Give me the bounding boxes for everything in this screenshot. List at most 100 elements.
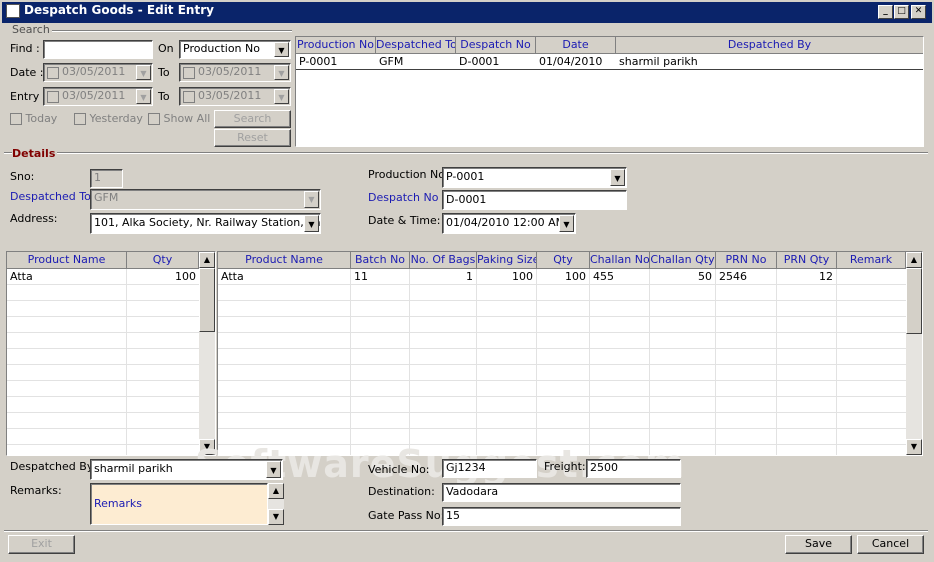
remarks-textarea[interactable]: Remarks: [90, 483, 268, 525]
left-col-product-name[interactable]: Product Name: [7, 252, 127, 269]
chevron-down-icon[interactable]: ▼: [274, 89, 289, 104]
exit-button[interactable]: Exit: [8, 535, 75, 554]
left-col-qty[interactable]: Qty: [127, 252, 199, 269]
results-col-despatched-to[interactable]: Despatched To: [376, 37, 456, 54]
right-cell-prn-no[interactable]: 2546: [716, 269, 776, 285]
gatepass-field[interactable]: 15: [442, 507, 681, 526]
table-row[interactable]: P-0001 GFM D-0001 01/04/2010 sharmil par…: [296, 54, 923, 70]
entry-from-picker[interactable]: 03/05/2011 ▼: [43, 87, 153, 106]
results-col-production-no[interactable]: Production No: [296, 37, 376, 54]
right-col-product-name[interactable]: Product Name: [218, 252, 351, 269]
date-label: Date :: [10, 66, 44, 79]
cancel-button[interactable]: Cancel: [857, 535, 924, 554]
chevron-down-icon[interactable]: ▼: [304, 215, 319, 232]
address-label: Address:: [10, 212, 58, 225]
today-label: Today: [25, 112, 58, 125]
right-cell-challan-qty[interactable]: 50: [650, 269, 715, 285]
right-cell-paking-size[interactable]: 100: [477, 269, 536, 285]
maximize-button[interactable]: □: [894, 5, 909, 19]
right-col-qty[interactable]: Qty: [537, 252, 590, 269]
address-select[interactable]: 101, Alka Society, Nr. Railway Station, …: [90, 213, 321, 234]
datetime-picker[interactable]: 01/04/2010 12:00 AM ▼: [442, 213, 576, 234]
right-detail-grid[interactable]: Product Name Batch No No. Of Bags Paking…: [217, 251, 923, 456]
chevron-down-icon[interactable]: ▼: [274, 42, 289, 57]
search-on-select[interactable]: Production No ▼: [179, 40, 291, 59]
right-col-remark[interactable]: Remark: [837, 252, 906, 269]
right-col-challan-no[interactable]: Challan No: [590, 252, 650, 269]
minimize-button[interactable]: _: [878, 5, 893, 19]
grid-line: [218, 364, 906, 365]
grid-line: [218, 380, 906, 381]
grid-line: [218, 428, 906, 429]
entry-from-value: 03/05/2011: [62, 89, 126, 102]
left-cell-qty[interactable]: 100: [127, 269, 199, 285]
right-cell-challan-no[interactable]: 455: [590, 269, 649, 285]
destination-field[interactable]: Vadodara: [442, 483, 681, 502]
results-col-despatch-no[interactable]: Despatch No: [456, 37, 536, 54]
scroll-thumb[interactable]: [199, 268, 215, 332]
left-cell-product[interactable]: Atta: [7, 269, 126, 285]
right-cell-remark[interactable]: [837, 269, 905, 285]
save-button[interactable]: Save: [785, 535, 852, 554]
right-col-bags[interactable]: No. Of Bags: [410, 252, 477, 269]
find-label: Find :: [10, 42, 40, 55]
date-to-checkbox[interactable]: [183, 67, 195, 79]
reset-button[interactable]: Reset: [214, 129, 291, 147]
yesterday-checkbox[interactable]: Yesterday: [74, 112, 143, 125]
right-cell-qty[interactable]: 100: [537, 269, 589, 285]
entry-to-checkbox[interactable]: [183, 91, 195, 103]
right-col-batch-no[interactable]: Batch No: [351, 252, 410, 269]
scroll-down-arrow-icon[interactable]: ▼: [906, 439, 922, 455]
scroll-up-arrow-icon[interactable]: ▲: [268, 483, 284, 499]
vehicle-field[interactable]: Gj1234: [442, 459, 537, 478]
right-cell-batch[interactable]: 11: [351, 269, 409, 285]
chevron-down-icon[interactable]: ▼: [266, 461, 281, 478]
results-col-despatched-by[interactable]: Despatched By: [616, 37, 923, 54]
right-cell-product[interactable]: Atta: [218, 269, 350, 285]
scroll-down-arrow-icon[interactable]: ▼: [268, 509, 284, 525]
entry-to-picker[interactable]: 03/05/2011 ▼: [179, 87, 291, 106]
date-to-picker[interactable]: 03/05/2011 ▼: [179, 63, 291, 82]
chevron-down-icon[interactable]: ▼: [304, 191, 319, 208]
grid-line: [7, 348, 199, 349]
showall-checkbox[interactable]: Show All: [148, 112, 210, 125]
right-cell-bags[interactable]: 1: [410, 269, 476, 285]
vehicle-label: Vehicle No:: [368, 463, 430, 476]
today-check-box[interactable]: [10, 113, 22, 125]
despatched-by-value: sharmil parikh: [94, 462, 173, 475]
results-grid[interactable]: Production No Despatched To Despatch No …: [295, 36, 924, 147]
scroll-thumb[interactable]: [906, 268, 922, 334]
left-product-grid[interactable]: Product Name Qty Atta 100 ▲ ▼: [6, 251, 216, 456]
date-from-checkbox[interactable]: [47, 67, 59, 79]
search-button[interactable]: Search: [214, 110, 291, 128]
right-col-prn-no[interactable]: PRN No: [716, 252, 777, 269]
showall-check-box[interactable]: [148, 113, 160, 125]
chevron-down-icon[interactable]: ▼: [274, 65, 289, 80]
chevron-down-icon[interactable]: ▼: [136, 65, 151, 80]
chevron-down-icon[interactable]: ▼: [610, 169, 625, 186]
scroll-up-arrow-icon[interactable]: ▲: [906, 252, 922, 268]
chevron-down-icon[interactable]: ▼: [559, 215, 574, 232]
close-button[interactable]: ✕: [911, 5, 926, 19]
date-from-picker[interactable]: 03/05/2011 ▼: [43, 63, 153, 82]
entry-from-checkbox[interactable]: [47, 91, 59, 103]
right-col-paking-size[interactable]: Paking Size: [477, 252, 537, 269]
entry-to-value: 03/05/2011: [198, 89, 262, 102]
production-no-select[interactable]: P-0001 ▼: [442, 167, 627, 188]
right-col-challan-qty[interactable]: Challan Qty: [650, 252, 716, 269]
chevron-down-icon[interactable]: ▼: [136, 89, 151, 104]
find-input[interactable]: [43, 40, 153, 59]
freight-field[interactable]: 2500: [586, 459, 681, 478]
search-group-title: Search: [12, 23, 50, 36]
right-cell-prn-qty[interactable]: 12: [777, 269, 836, 285]
despatch-no-field[interactable]: D-0001: [442, 190, 627, 210]
despatched-by-select[interactable]: sharmil parikh ▼: [90, 459, 283, 480]
right-col-prn-qty[interactable]: PRN Qty: [777, 252, 837, 269]
cell-despatch-no: D-0001: [459, 55, 500, 68]
despatched-to-select[interactable]: GFM ▼: [90, 189, 321, 210]
today-checkbox[interactable]: Today: [10, 112, 57, 125]
entry-to-label: To: [158, 90, 170, 103]
results-col-date[interactable]: Date: [536, 37, 616, 54]
yesterday-check-box[interactable]: [74, 113, 86, 125]
scroll-up-arrow-icon[interactable]: ▲: [199, 252, 215, 268]
